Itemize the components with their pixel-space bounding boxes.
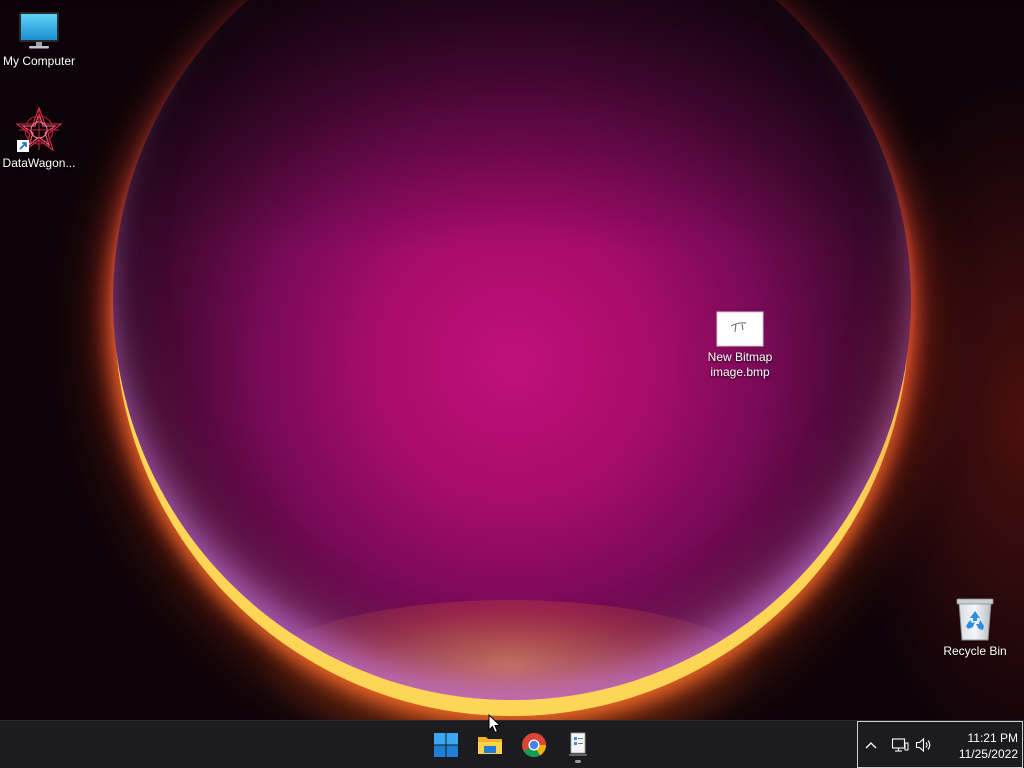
bitmap-file-icon: [716, 311, 764, 347]
taskbar-chrome[interactable]: [514, 725, 554, 765]
chrome-icon: [522, 733, 546, 758]
network-icon: [891, 738, 909, 752]
desktop-icon-recycle-bin[interactable]: Recycle Bin: [935, 596, 1015, 659]
chevron-up-icon: [865, 742, 877, 749]
taskbar: 11:21 PM 11/25/2022: [0, 720, 1024, 768]
recycle-bin-icon: [956, 598, 994, 641]
folder-icon: [478, 737, 502, 754]
wallpaper-shading: [0, 0, 1024, 720]
tray-volume-button[interactable]: [914, 735, 934, 755]
tray-overflow-button[interactable]: [861, 735, 881, 755]
desktop-icon-label: DataWagon...: [2, 156, 76, 170]
start-button[interactable]: [426, 725, 466, 765]
clock-time: 11:21 PM: [967, 731, 1018, 745]
desktop-icon-bitmap[interactable]: New Bitmap image.bmp: [700, 310, 780, 380]
monitor-icon: [19, 12, 59, 49]
datawagon-shortcut-icon: [15, 106, 63, 152]
running-indicator: [575, 760, 581, 763]
desktop-icon-datawagon[interactable]: DataWagon...: [0, 106, 79, 171]
desktop[interactable]: My Computer DataWagon... New Bitmap imag…: [0, 0, 1024, 720]
desktop-icon-my-computer[interactable]: My Computer: [0, 8, 79, 69]
system-tray: 11:21 PM 11/25/2022: [857, 721, 1023, 768]
clock[interactable]: 11:21 PM 11/25/2022: [942, 730, 1018, 762]
clock-date: 11/25/2022: [958, 747, 1018, 761]
speaker-icon: [915, 737, 931, 753]
windows-logo-icon: [434, 733, 458, 757]
mouse-cursor-icon: [488, 714, 502, 734]
desktop-icon-label: Recycle Bin: [943, 644, 1007, 658]
desktop-icon-label: New Bitmap image.bmp: [707, 350, 773, 379]
desktop-icon-label: My Computer: [2, 54, 76, 68]
taskbar-app-document[interactable]: [558, 725, 598, 765]
app-document-icon: [569, 732, 587, 756]
tray-network-button[interactable]: [890, 735, 910, 755]
